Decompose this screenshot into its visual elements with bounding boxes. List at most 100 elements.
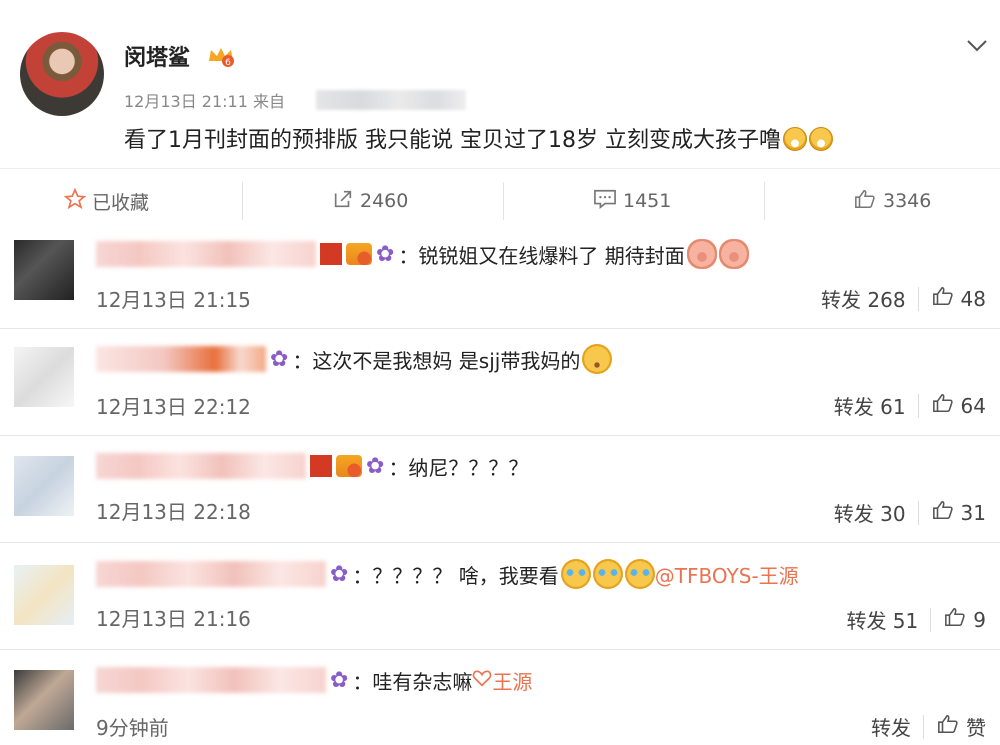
like-count: 48: [960, 286, 986, 311]
favorite-button[interactable]: 已收藏: [63, 169, 150, 233]
crying-emoji-icon: [560, 559, 591, 589]
thumbs-up-icon[interactable]: [931, 392, 955, 420]
comment-item: ✿ ：？？？？ 啥，我要看 @TFBOYS-王源 12月13日 21:16 转发…: [0, 543, 1000, 650]
blurred-source: [316, 90, 466, 110]
blurred-commenter-name[interactable]: [96, 241, 316, 267]
blurred-commenter-name[interactable]: [96, 561, 326, 587]
post-text: 看了1月刊封面的预排版 我只能说 宝贝过了18岁 立刻变成大孩子噜: [124, 122, 833, 154]
comment-item: ✿ ：这次不是我想妈 是sjj带我妈的 12月13日 22:12 转发 61 6…: [0, 329, 1000, 436]
divider: [242, 182, 243, 220]
comment-text: ：哇有杂志嘛: [352, 669, 473, 694]
grin-emoji-icon: [782, 127, 807, 151]
red-badge-icon: [320, 243, 342, 265]
comment-line: ✿ ：纳尼？？？？: [96, 450, 528, 482]
post-timestamp: 12月13日 21:11: [124, 92, 248, 111]
comment-button[interactable]: 1451: [593, 169, 671, 233]
commenter-avatar[interactable]: [14, 670, 74, 730]
comment-item: ✿ ：哇有杂志嘛 王源 9分钟前 转发 赞: [0, 650, 1000, 745]
vip-badge-icon: 6: [209, 48, 234, 67]
blurred-commenter-name[interactable]: [96, 346, 266, 372]
blurred-commenter-name[interactable]: [96, 667, 326, 693]
commenter-avatar[interactable]: [14, 240, 74, 300]
divider: [930, 607, 932, 632]
comment-item: ✿ ：纳尼？？？？ 12月13日 22:18 转发 30 31: [0, 436, 1000, 543]
thumbs-up-icon[interactable]: [943, 606, 967, 634]
comment-icon: [593, 188, 617, 215]
comment-count: 1451: [623, 190, 672, 212]
like-count: 3346: [883, 190, 932, 212]
repost-count: 2460: [360, 190, 409, 212]
sad-emoji-icon: [582, 344, 613, 374]
comment-text: ：锐锐姐又在线爆料了 期待封面: [398, 243, 685, 268]
pig-emoji-icon: [686, 239, 717, 269]
commenter-avatar[interactable]: [14, 456, 74, 516]
comment-actions: 转发 30 31: [834, 498, 986, 527]
crying-emoji-icon: [624, 559, 655, 589]
vip-badge-icon: [336, 455, 362, 477]
comment-time: 12月13日 22:12: [96, 395, 251, 419]
divider: [917, 286, 919, 311]
thumbs-up-icon[interactable]: [931, 499, 955, 527]
comment-text: ：纳尼？？？？: [388, 455, 529, 480]
comment-text: ：？？？？ 啥，我要看: [352, 563, 559, 588]
comment-actions: 转发 51 9: [846, 605, 986, 634]
thumbs-up-icon[interactable]: [931, 285, 955, 313]
like-count: 31: [960, 500, 986, 525]
thumbs-up-icon: [853, 188, 877, 215]
mention-link[interactable]: @TFBOYS-王源: [655, 560, 799, 589]
crying-emoji-icon: [592, 559, 623, 589]
comment-item: ✿ ：锐锐姐又在线爆料了 期待封面 12月13日 21:15 转发 268 48: [0, 232, 1000, 329]
flower-badge-icon: ✿: [330, 561, 349, 587]
username[interactable]: 闵塔鲨: [124, 40, 190, 72]
chevron-down-icon[interactable]: [966, 34, 988, 59]
divider: [503, 182, 504, 220]
commenter-avatar[interactable]: [14, 347, 74, 407]
svg-text:6: 6: [225, 58, 231, 67]
repost-link[interactable]: 转发 51: [846, 605, 918, 634]
repost-link[interactable]: 转发 268: [821, 284, 906, 313]
divider: [917, 393, 919, 418]
divider: [764, 182, 765, 220]
repost-link[interactable]: 转发 30: [834, 498, 906, 527]
flower-badge-icon: ✿: [366, 453, 385, 479]
comment-line: ✿ ：？？？？ 啥，我要看 @TFBOYS-王源: [96, 557, 799, 591]
red-badge-icon: [310, 455, 332, 477]
post-source-label: 来自: [253, 92, 286, 111]
vip-badge-icon: [346, 243, 372, 265]
comment-text: ：这次不是我想妈 是sjj带我妈的: [292, 348, 581, 373]
repost-link[interactable]: 转发: [871, 712, 911, 741]
divider: [923, 714, 924, 739]
comment-line: ✿ ：锐锐姐又在线爆料了 期待封面: [96, 238, 749, 270]
comment-actions: 转发 61 64: [834, 391, 986, 420]
comment-line: ✿ ：哇有杂志嘛 王源: [96, 664, 532, 696]
like-button[interactable]: 3346: [853, 169, 931, 233]
user-avatar[interactable]: [20, 32, 104, 116]
star-icon: [63, 187, 87, 215]
favorite-label: 已收藏: [92, 191, 150, 214]
comment-time: 12月13日 21:16: [96, 607, 251, 631]
post-time: 12月13日 21:11 来自: [124, 88, 285, 112]
comment-actions: 转发 268 48: [821, 284, 986, 313]
comment-time: 9分钟前: [96, 716, 169, 740]
weibo-post: 闵塔鲨 6 12月13日 21:11 来自 看了1月刊封面的预排版 我只能说 宝…: [0, 0, 1000, 168]
comment-actions: 转发 赞: [871, 712, 986, 741]
repost-button[interactable]: 2460: [332, 169, 408, 233]
divider: [917, 500, 919, 525]
comment-line: ✿ ：这次不是我想妈 是sjj带我妈的: [96, 343, 613, 375]
flower-badge-icon: ✿: [270, 346, 289, 372]
repost-link[interactable]: 转发 61: [834, 391, 906, 420]
blurred-commenter-name[interactable]: [96, 453, 306, 479]
like-count: 9: [973, 607, 986, 632]
share-icon: [332, 188, 354, 215]
comment-time: 12月13日 21:15: [96, 288, 251, 312]
post-body: 看了1月刊封面的预排版 我只能说 宝贝过了18岁 立刻变成大孩子噜: [124, 128, 781, 153]
grin-emoji-icon: [808, 127, 833, 151]
commenter-avatar[interactable]: [14, 565, 74, 625]
like-label[interactable]: 赞: [966, 712, 986, 741]
heart-icon: [472, 668, 492, 692]
comment-time: 12月13日 22:18: [96, 500, 251, 524]
like-count: 64: [960, 393, 986, 418]
flower-badge-icon: ✿: [330, 667, 349, 693]
thumbs-up-icon[interactable]: [936, 713, 960, 741]
mention-link[interactable]: 王源: [492, 666, 532, 695]
